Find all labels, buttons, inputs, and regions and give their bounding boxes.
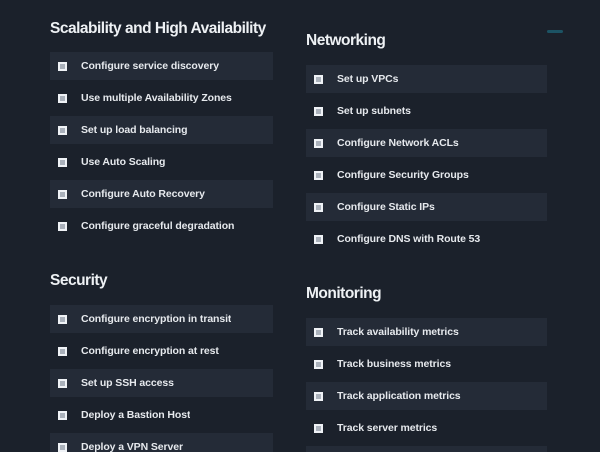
section-security: Security Configure encryption in transit… (50, 270, 273, 452)
checklist: Set up VPCs Set up subnets Configure Net… (306, 65, 547, 253)
checkbox-icon[interactable] (314, 203, 323, 212)
checkbox-icon[interactable] (314, 139, 323, 148)
section-title: Networking (306, 30, 547, 52)
checkbox-icon[interactable] (314, 360, 323, 369)
checkbox-icon[interactable] (58, 222, 67, 231)
checkbox-icon[interactable] (58, 379, 67, 388)
checklist-item-label: Use Auto Scaling (81, 156, 165, 168)
checklist-item-label: Deploy a VPN Server (81, 441, 183, 452)
collapse-section-minus-icon[interactable] (547, 30, 563, 33)
checklist-item[interactable]: Configure Network ACLs (306, 129, 547, 157)
checklist-item-label: Configure DNS with Route 53 (337, 233, 480, 245)
checklist-item[interactable]: Configure Static IPs (306, 193, 547, 221)
checklist-item[interactable]: Set up SSH access (50, 369, 273, 397)
left-column: Scalability and High Availability Config… (50, 0, 273, 452)
checklist-item[interactable]: Track availability metrics (306, 318, 547, 346)
checklist-item-label: Track availability metrics (337, 326, 459, 338)
checklist-item-label: Track business metrics (337, 358, 451, 370)
checkbox-icon[interactable] (58, 443, 67, 452)
checklist-item-label: Configure encryption in transit (81, 313, 231, 325)
checklist-item[interactable]: Configure Auto Recovery (50, 180, 273, 208)
checklist-item-label: Configure graceful degradation (81, 220, 234, 232)
checkbox-icon[interactable] (314, 235, 323, 244)
checklist-item-label: Configure Security Groups (337, 169, 469, 181)
checklist-item[interactable]: Configure DNS with Route 53 (306, 225, 547, 253)
checkbox-icon[interactable] (58, 347, 67, 356)
checkbox-icon[interactable] (58, 315, 67, 324)
checklist-item[interactable]: Configure service discovery (50, 52, 273, 80)
checklist-item-label: Configure encryption at rest (81, 345, 219, 357)
section-title: Monitoring (306, 283, 547, 305)
checklist-item-label: Set up load balancing (81, 124, 187, 136)
checklist-item-label: Configure Static IPs (337, 201, 435, 213)
checkbox-icon[interactable] (58, 158, 67, 167)
checklist-item-label: Configure service discovery (81, 60, 219, 72)
checkbox-icon[interactable] (314, 424, 323, 433)
checkbox-icon[interactable] (314, 392, 323, 401)
checklist-item[interactable]: Deploy a Bastion Host (50, 401, 273, 429)
checklist-item-label: Configure Auto Recovery (81, 188, 205, 200)
checklist-item[interactable]: Set up load balancing (50, 116, 273, 144)
checklist-item[interactable]: Configure graceful degradation (50, 212, 273, 240)
section-monitoring: Monitoring Track availability metrics Tr… (306, 283, 547, 452)
checklist-item[interactable]: Track business metrics (306, 350, 547, 378)
checkbox-icon[interactable] (58, 190, 67, 199)
checklist-item[interactable]: Configure Security Groups (306, 161, 547, 189)
checklist-item[interactable]: Set up VPCs (306, 65, 547, 93)
section-title: Security (50, 270, 273, 292)
checklist-item[interactable]: Track server metrics (306, 414, 547, 442)
checkbox-icon[interactable] (314, 328, 323, 337)
checklist-item[interactable]: Track application metrics (306, 382, 547, 410)
checklist-item-label: Deploy a Bastion Host (81, 409, 190, 421)
checklist-item-label: Track server metrics (337, 422, 437, 434)
checklist-item-label: Set up VPCs (337, 73, 398, 85)
checklist-item[interactable]: Use Auto Scaling (50, 148, 273, 176)
checklist-item[interactable]: Configure services for observability (306, 446, 547, 452)
checkbox-icon[interactable] (314, 107, 323, 116)
section-scalability-ha: Scalability and High Availability Config… (50, 18, 273, 240)
right-column: Networking Set up VPCs Set up subnets Co… (306, 0, 547, 452)
checklist-item[interactable]: Configure encryption at rest (50, 337, 273, 365)
checklist-item-label: Use multiple Availability Zones (81, 92, 232, 104)
checkbox-icon[interactable] (58, 126, 67, 135)
checklist-page: Scalability and High Availability Config… (0, 0, 600, 452)
checkbox-icon[interactable] (58, 62, 67, 71)
checkbox-icon[interactable] (58, 94, 67, 103)
section-networking: Networking Set up VPCs Set up subnets Co… (306, 30, 547, 253)
checklist-item[interactable]: Deploy a VPN Server (50, 433, 273, 452)
checkbox-icon[interactable] (314, 171, 323, 180)
section-title: Scalability and High Availability (50, 18, 273, 40)
checklist: Configure encryption in transit Configur… (50, 305, 273, 452)
checklist-item-label: Set up subnets (337, 105, 411, 117)
checklist-item-label: Set up SSH access (81, 377, 174, 389)
checklist: Configure service discovery Use multiple… (50, 52, 273, 240)
checklist: Track availability metrics Track busines… (306, 318, 547, 452)
checklist-item[interactable]: Configure encryption in transit (50, 305, 273, 333)
checklist-item[interactable]: Set up subnets (306, 97, 547, 125)
checklist-item-label: Track application metrics (337, 390, 461, 402)
checklist-item[interactable]: Use multiple Availability Zones (50, 84, 273, 112)
checkbox-icon[interactable] (314, 75, 323, 84)
checkbox-icon[interactable] (58, 411, 67, 420)
checklist-item-label: Configure Network ACLs (337, 137, 459, 149)
